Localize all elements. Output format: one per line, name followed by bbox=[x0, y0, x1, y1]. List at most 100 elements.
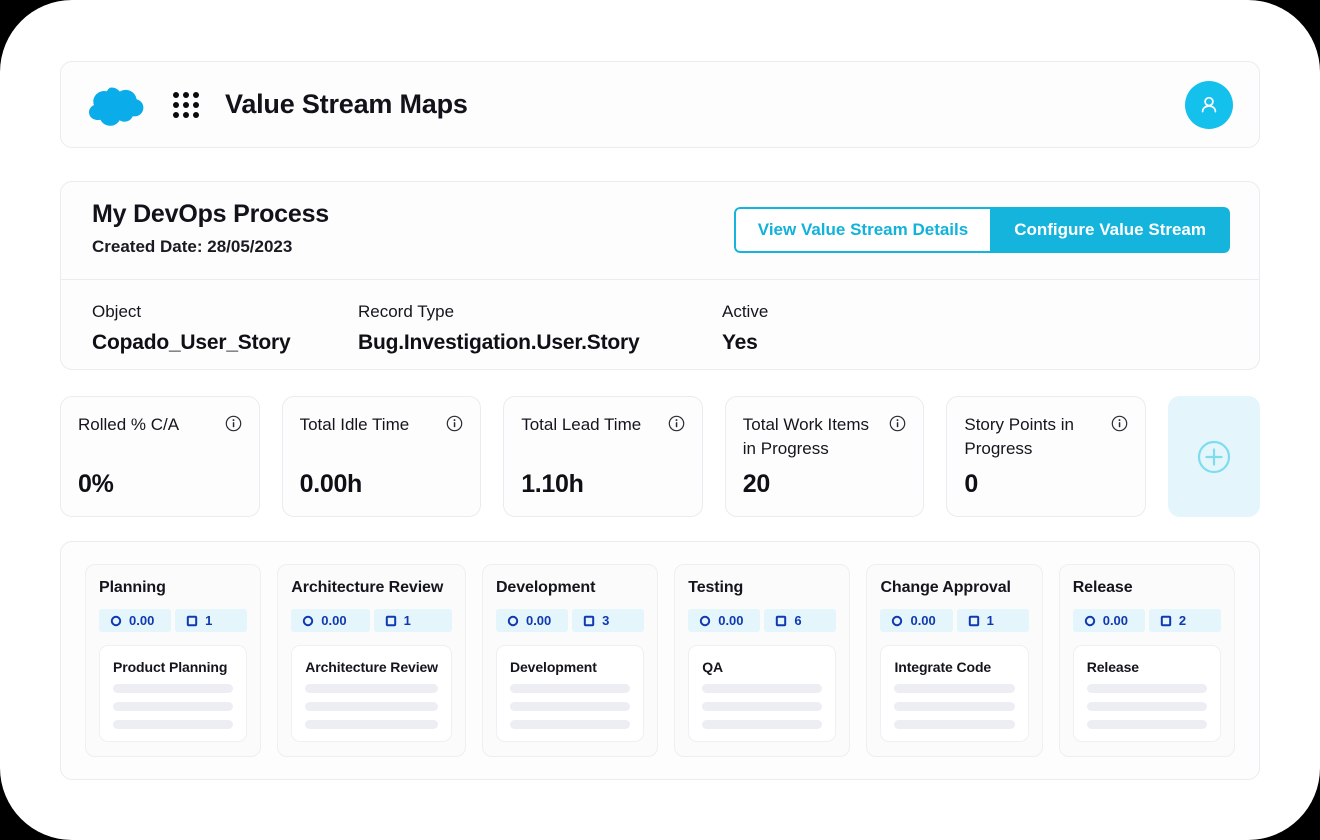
metric-card-story-points-in-progress: Story Points in Progress 0 bbox=[946, 396, 1146, 517]
metric-header: Total Work Items in Progress bbox=[743, 413, 907, 461]
metric-header: Rolled % C/A bbox=[78, 413, 242, 437]
metric-label: Total Idle Time bbox=[299, 415, 410, 434]
info-circle-icon[interactable] bbox=[446, 415, 463, 432]
info-circle-icon[interactable] bbox=[668, 415, 685, 432]
skeleton-line bbox=[305, 702, 438, 711]
stage-title: Development bbox=[495, 579, 596, 596]
stage-items-value: 1 bbox=[986, 613, 994, 628]
stage-card-testing[interactable]: Testing 0.00 6 QA bbox=[674, 564, 851, 757]
stage-time-badge: 0.00 bbox=[291, 609, 370, 632]
stage-time-value: 0.00 bbox=[525, 613, 552, 628]
skeleton-line bbox=[1086, 720, 1207, 729]
app-grid-icon[interactable] bbox=[173, 91, 199, 118]
skeleton-line bbox=[509, 702, 631, 711]
stage-card-release[interactable]: Release 0.00 2 Release bbox=[1058, 564, 1235, 757]
stage-work-item-card[interactable]: Release bbox=[1072, 645, 1221, 742]
stage-title: Change Approval bbox=[880, 579, 1011, 596]
stage-card-change-approval[interactable]: Change Approval 0.00 1 Integrate Code bbox=[866, 564, 1043, 757]
meta-active: Active Yes bbox=[722, 302, 768, 355]
skeleton-line bbox=[894, 684, 1015, 693]
meta-active-value: Yes bbox=[722, 331, 758, 354]
stage-time-badge: 0.00 bbox=[99, 609, 172, 632]
avatar[interactable] bbox=[1185, 80, 1233, 129]
stage-items-badge: 1 bbox=[175, 609, 248, 632]
stage-time-badge: 0.00 bbox=[688, 609, 761, 632]
info-circle-icon[interactable] bbox=[889, 415, 906, 432]
skeleton-line bbox=[305, 720, 438, 729]
skeleton-line bbox=[113, 720, 234, 729]
stage-work-item-title: Release bbox=[1086, 659, 1139, 675]
stage-items-badge: 1 bbox=[956, 609, 1029, 632]
stage-time-value: 0.00 bbox=[1102, 613, 1129, 628]
metric-label: Story Points in Progress bbox=[964, 415, 1074, 459]
stage-work-item-card[interactable]: Product Planning bbox=[99, 645, 248, 742]
stage-card-architecture-review[interactable]: Architecture Review 0.00 1 Architecture … bbox=[277, 564, 466, 757]
skeleton-line bbox=[1086, 702, 1207, 711]
stage-work-item-title: Architecture Review bbox=[305, 659, 438, 675]
metric-header: Story Points in Progress bbox=[964, 413, 1128, 461]
skeleton-line bbox=[1086, 684, 1207, 693]
info-circle-icon[interactable] bbox=[225, 415, 242, 432]
metric-value: 0% bbox=[78, 470, 114, 498]
meta-object-value: Copado_User_Story bbox=[92, 331, 291, 354]
configure-value-stream-button[interactable]: Configure Value Stream bbox=[992, 207, 1230, 253]
add-metric-button[interactable] bbox=[1167, 396, 1260, 517]
metric-value: 20 bbox=[742, 470, 771, 498]
skeleton-line bbox=[509, 684, 631, 693]
square-outline-icon bbox=[776, 615, 787, 626]
stage-work-item-title: Product Planning bbox=[113, 659, 228, 675]
app-page: Value Stream Maps My DevOps Process Crea… bbox=[0, 0, 1320, 840]
stage-time-value: 0.00 bbox=[129, 613, 155, 628]
stage-card-development[interactable]: Development 0.00 3 Development bbox=[481, 564, 659, 757]
square-outline-icon bbox=[385, 615, 396, 626]
stage-items-badge: 3 bbox=[572, 609, 645, 632]
skeleton-line bbox=[702, 684, 823, 693]
square-outline-icon bbox=[186, 615, 198, 626]
skeleton-line bbox=[113, 702, 234, 711]
square-outline-icon bbox=[583, 615, 595, 626]
stage-items-value: 2 bbox=[1178, 613, 1187, 628]
stage-title: Architecture Review bbox=[291, 579, 444, 596]
stage-work-item-title: Development bbox=[509, 659, 597, 675]
plus-circle-icon bbox=[1197, 440, 1231, 473]
stage-work-item-card[interactable]: Architecture Review bbox=[291, 645, 452, 742]
skeleton-line bbox=[509, 720, 631, 729]
stage-items-badge: 2 bbox=[1148, 609, 1221, 632]
metric-value: 1.10h bbox=[521, 470, 584, 498]
process-panel: My DevOps Process Created Date: 28/05/20… bbox=[60, 181, 1260, 370]
stage-work-item-card[interactable]: Development bbox=[495, 645, 645, 742]
stage-work-item-card[interactable]: Integrate Code bbox=[880, 645, 1029, 742]
metrics-row: Rolled % C/A 0% Total Idle Time 0.00h To… bbox=[60, 396, 1260, 517]
meta-record-type: Record Type Bug.Investigation.User.Story bbox=[358, 302, 722, 355]
stage-time-value: 0.00 bbox=[718, 613, 744, 628]
app-header: Value Stream Maps bbox=[60, 61, 1260, 148]
skeleton-line bbox=[894, 702, 1015, 711]
clock-circle-icon bbox=[700, 615, 711, 626]
stage-time-badge: 0.00 bbox=[880, 609, 953, 632]
clock-circle-icon bbox=[507, 615, 519, 626]
process-action-buttons: View Value Stream Details Configure Valu… bbox=[733, 207, 1230, 253]
skeleton-line bbox=[305, 684, 438, 693]
view-value-stream-details-button[interactable]: View Value Stream Details bbox=[733, 207, 993, 253]
stage-items-value: 3 bbox=[602, 613, 610, 628]
metric-value: 0 bbox=[964, 470, 978, 498]
stage-title: Testing bbox=[688, 579, 744, 596]
skeleton-line bbox=[113, 684, 234, 693]
value-stream-stages-panel: Planning 0.00 1 Product Planning Archite… bbox=[60, 541, 1260, 780]
meta-object: Object Copado_User_Story bbox=[92, 302, 358, 355]
stage-work-item-card[interactable]: QA bbox=[688, 645, 837, 742]
info-circle-icon[interactable] bbox=[1111, 415, 1128, 432]
stage-time-value: 0.00 bbox=[910, 613, 936, 628]
metric-label: Rolled % C/A bbox=[78, 415, 180, 434]
stage-badges: 0.00 3 bbox=[495, 609, 645, 632]
stage-badges: 0.00 1 bbox=[880, 609, 1029, 632]
stage-time-badge: 0.00 bbox=[1072, 609, 1145, 632]
skeleton-line bbox=[702, 702, 823, 711]
square-outline-icon bbox=[968, 615, 979, 626]
stage-card-planning[interactable]: Planning 0.00 1 Product Planning bbox=[85, 564, 262, 757]
square-outline-icon bbox=[1160, 615, 1172, 626]
meta-record-type-value: Bug.Investigation.User.Story bbox=[358, 331, 640, 354]
stage-badges: 0.00 2 bbox=[1072, 609, 1221, 632]
metric-value: 0.00h bbox=[299, 470, 363, 498]
stage-time-value: 0.00 bbox=[321, 613, 347, 628]
